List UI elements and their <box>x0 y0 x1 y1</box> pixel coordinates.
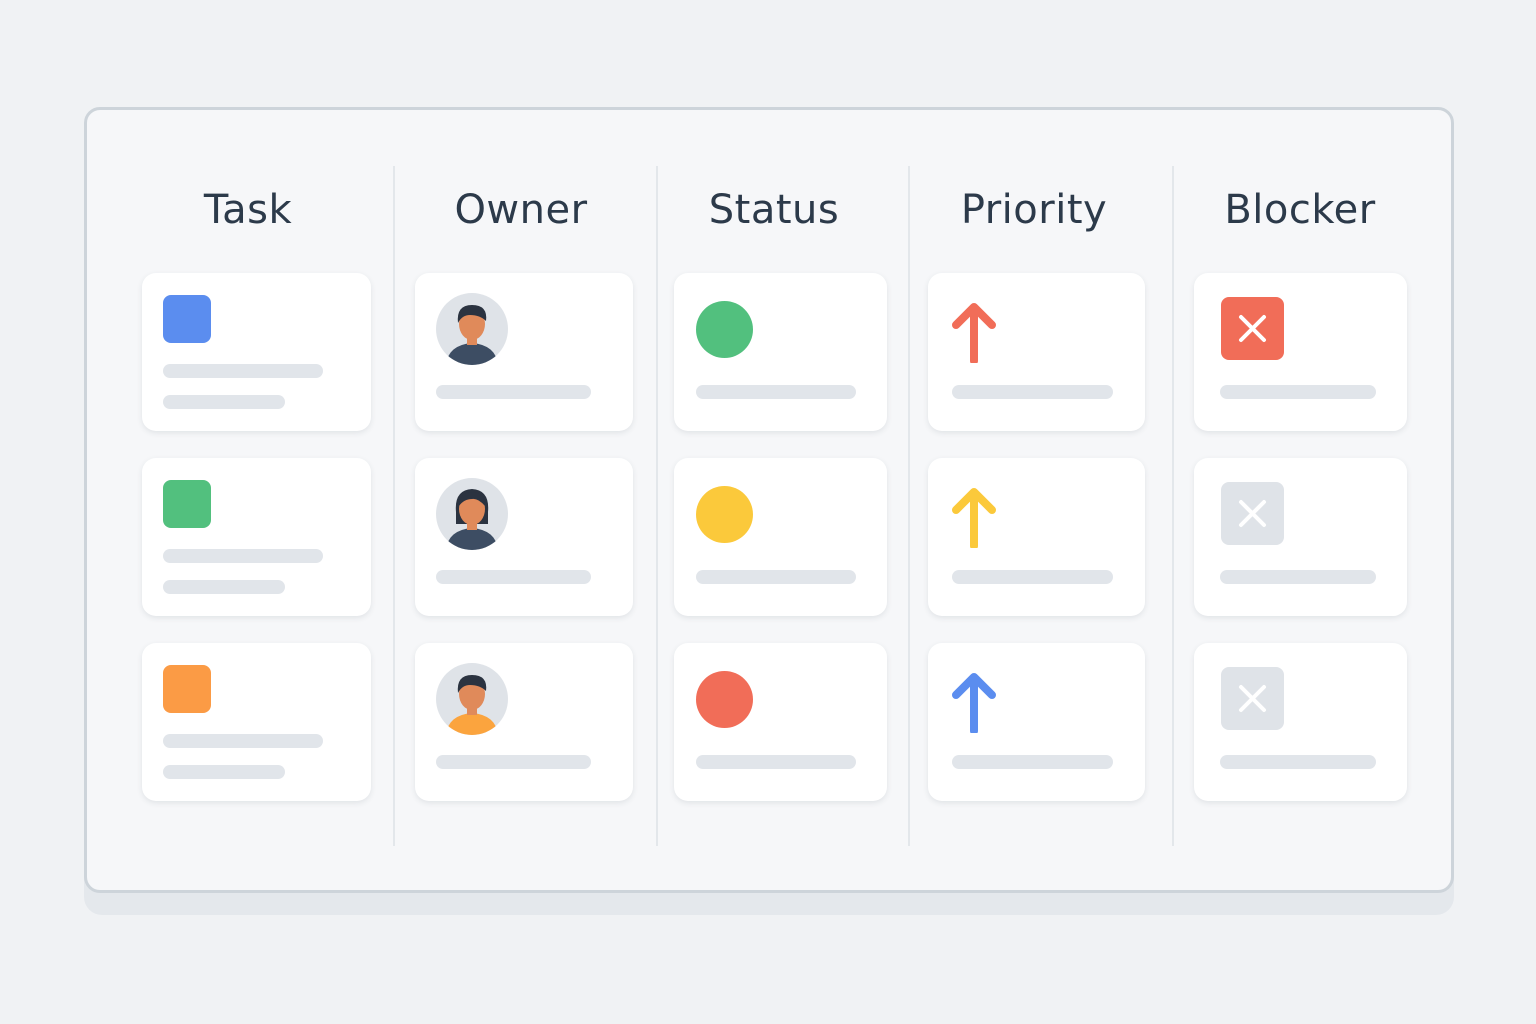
arrow-up-icon <box>950 484 998 550</box>
column-header-owner: Owner <box>454 187 588 233</box>
close-icon <box>1221 667 1284 734</box>
column-divider <box>656 166 658 846</box>
placeholder-bar <box>952 385 1113 399</box>
placeholder-bar <box>163 395 285 409</box>
column-header-task: Task <box>203 187 293 233</box>
placeholder-bar <box>163 549 323 563</box>
status-card[interactable] <box>674 643 887 801</box>
placeholder-bar <box>696 570 856 584</box>
status-card[interactable] <box>674 273 887 431</box>
placeholder-bar <box>696 755 856 769</box>
blocker-card[interactable] <box>1194 458 1407 616</box>
status-dot-icon <box>696 301 753 358</box>
task-board: Task Owner Status Priority Blocker <box>84 107 1454 893</box>
column-header-status: Status <box>708 187 840 233</box>
task-color-icon <box>163 480 211 528</box>
priority-card[interactable] <box>928 273 1145 431</box>
owner-card[interactable] <box>415 643 633 801</box>
column-header-blocker: Blocker <box>1224 187 1376 233</box>
blocker-toggle[interactable] <box>1221 482 1284 545</box>
placeholder-bar <box>436 755 591 769</box>
avatar-person-icon <box>436 663 508 735</box>
task-card[interactable] <box>142 643 371 801</box>
placeholder-bar <box>163 734 323 748</box>
blocker-card[interactable] <box>1194 273 1407 431</box>
task-card[interactable] <box>142 273 371 431</box>
owner-card[interactable] <box>415 458 633 616</box>
column-divider <box>908 166 910 846</box>
priority-card[interactable] <box>928 458 1145 616</box>
column-divider <box>1172 166 1174 846</box>
placeholder-bar <box>163 364 323 378</box>
task-color-icon <box>163 665 211 713</box>
blocker-toggle[interactable] <box>1221 667 1284 730</box>
column-divider <box>393 166 395 846</box>
placeholder-bar <box>1220 755 1376 769</box>
blocker-card[interactable] <box>1194 643 1407 801</box>
placeholder-bar <box>952 570 1113 584</box>
status-dot-icon <box>696 486 753 543</box>
placeholder-bar <box>1220 385 1376 399</box>
arrow-up-icon <box>950 299 998 365</box>
close-icon <box>1221 297 1284 364</box>
status-dot-icon <box>696 671 753 728</box>
avatar-person-icon <box>436 293 508 365</box>
placeholder-bar <box>436 570 591 584</box>
blocker-toggle[interactable] <box>1221 297 1284 360</box>
placeholder-bar <box>436 385 591 399</box>
placeholder-bar <box>163 765 285 779</box>
column-header-priority: Priority <box>960 187 1108 233</box>
task-card[interactable] <box>142 458 371 616</box>
status-card[interactable] <box>674 458 887 616</box>
placeholder-bar <box>1220 570 1376 584</box>
owner-card[interactable] <box>415 273 633 431</box>
placeholder-bar <box>696 385 856 399</box>
placeholder-bar <box>952 755 1113 769</box>
priority-card[interactable] <box>928 643 1145 801</box>
arrow-up-icon <box>950 669 998 735</box>
close-icon <box>1221 482 1284 549</box>
task-color-icon <box>163 295 211 343</box>
avatar-person-icon <box>436 478 508 550</box>
placeholder-bar <box>163 580 285 594</box>
